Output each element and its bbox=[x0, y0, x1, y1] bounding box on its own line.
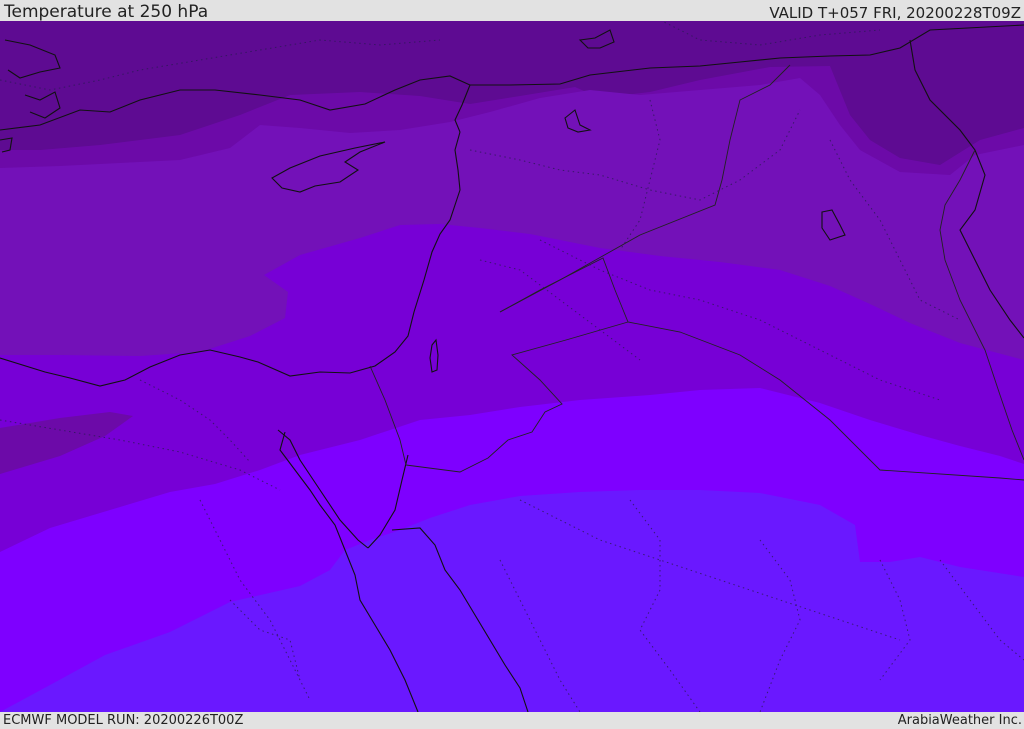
footer-bar: ECMWF MODEL RUN: 20200226T00Z ArabiaWeat… bbox=[0, 712, 1024, 729]
map-title: Temperature at 250 hPa bbox=[4, 2, 209, 22]
model-run-label: ECMWF MODEL RUN: 20200226T00Z bbox=[3, 713, 244, 728]
credit-label: ArabiaWeather Inc. bbox=[897, 713, 1022, 728]
map-figure: Temperature at 250 hPa VALID T+057 FRI, … bbox=[0, 0, 1024, 729]
temperature-map[interactable] bbox=[0, 21, 1024, 712]
valid-time-label: VALID T+057 FRI, 20200228T09Z bbox=[769, 4, 1021, 22]
header-bar: Temperature at 250 hPa VALID T+057 FRI, … bbox=[0, 0, 1024, 22]
